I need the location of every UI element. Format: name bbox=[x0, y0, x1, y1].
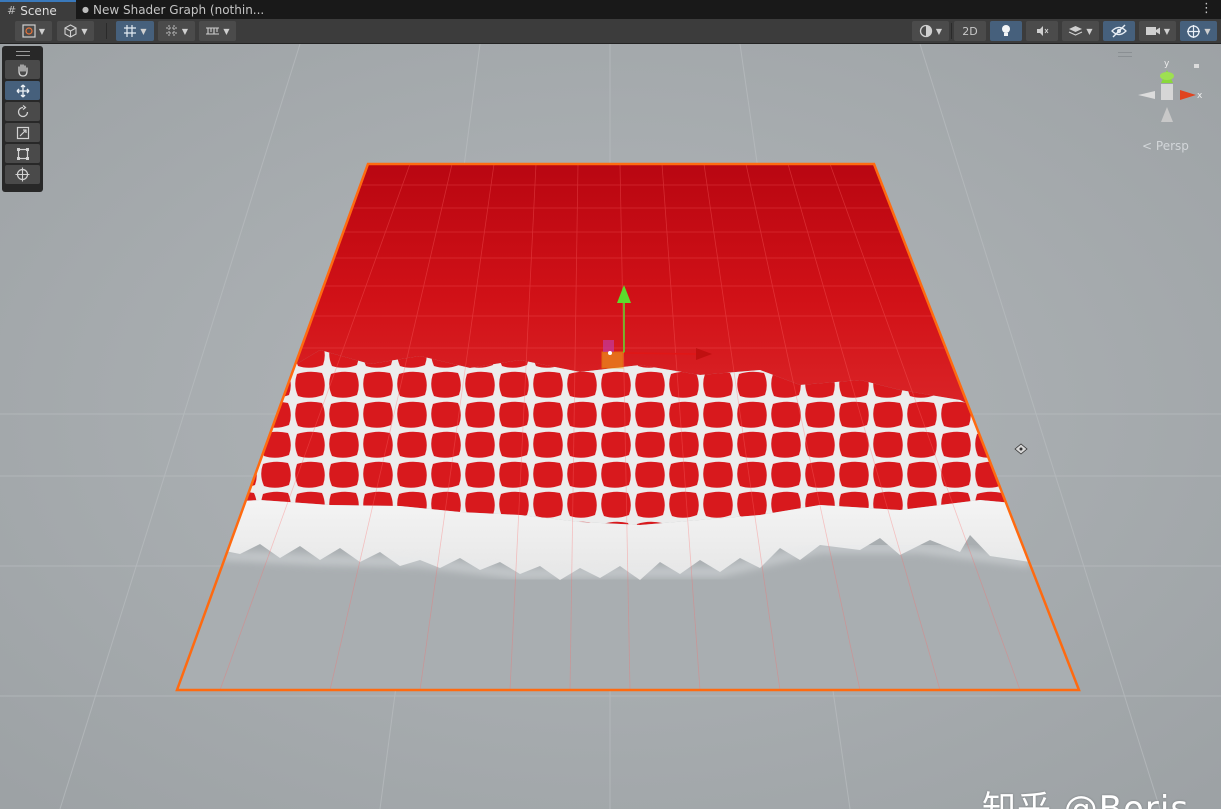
cube-icon bbox=[64, 24, 77, 38]
chevron-down-icon: ▼ bbox=[1163, 26, 1171, 36]
gizmos-dropdown[interactable]: ▼ bbox=[1180, 21, 1217, 41]
hand-icon bbox=[17, 63, 28, 77]
lighting-toggle[interactable] bbox=[990, 21, 1022, 41]
scene-viewport[interactable]: 知乎 @Boris bbox=[0, 44, 1221, 809]
draw-mode-dropdown[interactable]: ▼ bbox=[15, 21, 52, 41]
chevron-down-icon: ▼ bbox=[223, 26, 230, 36]
scene-canvas bbox=[0, 44, 1221, 809]
chevron-down-icon: ▼ bbox=[935, 26, 943, 36]
camera-icon bbox=[1145, 27, 1160, 35]
x-cone-icon[interactable] bbox=[1180, 90, 1196, 100]
scale-icon bbox=[16, 126, 29, 139]
tab-menu-icon[interactable]: ⋮ bbox=[1200, 0, 1213, 19]
projection-label: Persp bbox=[1155, 139, 1189, 153]
gizmo-y-label: y bbox=[1164, 59, 1170, 69]
tab-shader-graph[interactable]: ● New Shader Graph (nothin... bbox=[80, 0, 265, 19]
eye-slash-icon bbox=[1111, 24, 1127, 38]
visibility-toggle[interactable] bbox=[1103, 21, 1135, 41]
chevron-down-icon: ▼ bbox=[81, 26, 88, 36]
ruler-dropdown[interactable]: ▼ bbox=[199, 21, 236, 41]
chevron-left-icon: < bbox=[1142, 139, 1153, 153]
scene-toolbar: ▼ ▼ ▼ ▼ ▼ ▼ 2D ▼ ▼ ▼ bbox=[0, 19, 1221, 44]
neg-y-cone-icon[interactable] bbox=[1161, 107, 1173, 122]
2d-toggle[interactable]: 2D bbox=[954, 21, 986, 41]
grid-toggle-dropdown[interactable]: ▼ bbox=[116, 21, 154, 41]
move-gizmo-xy-handle[interactable] bbox=[603, 340, 614, 352]
rotate-tool[interactable] bbox=[5, 102, 40, 121]
chevron-down-icon: ▼ bbox=[1204, 26, 1211, 36]
tab-scene-label: Scene bbox=[20, 3, 57, 18]
effects-icon bbox=[1069, 26, 1083, 36]
bulb-icon bbox=[1002, 25, 1010, 36]
transform-icon bbox=[15, 167, 30, 182]
grid-icon: # bbox=[7, 4, 17, 17]
camera-dropdown[interactable]: ▼ bbox=[1139, 21, 1176, 41]
chevron-down-icon: ▼ bbox=[181, 26, 189, 36]
grid-snap-icon bbox=[124, 25, 137, 37]
chevron-down-icon: ▼ bbox=[1086, 26, 1093, 36]
hand-tool[interactable] bbox=[5, 60, 40, 79]
move-tool[interactable] bbox=[5, 81, 40, 100]
watermark-text: 知乎 @Boris bbox=[982, 789, 1190, 809]
effects-dropdown[interactable]: ▼ bbox=[1062, 21, 1099, 41]
rotate-icon bbox=[17, 104, 28, 117]
z-cube-icon[interactable] bbox=[1194, 64, 1199, 68]
move-gizmo-x-axis[interactable] bbox=[623, 352, 697, 355]
rect-tool[interactable] bbox=[5, 144, 40, 163]
chevron-down-icon: ▼ bbox=[140, 26, 147, 36]
shading-dropdown[interactable]: ▼ bbox=[912, 21, 949, 41]
neg-x-cone-icon[interactable] bbox=[1138, 91, 1155, 99]
transform-tool[interactable] bbox=[5, 165, 40, 184]
ruler-icon bbox=[206, 27, 220, 35]
increment-snap-icon bbox=[165, 25, 178, 37]
tab-scene[interactable]: # Scene bbox=[0, 0, 76, 19]
rect-icon bbox=[16, 147, 29, 160]
move-gizmo-plane-handle[interactable] bbox=[601, 351, 624, 369]
transform-tools-panel bbox=[2, 46, 43, 192]
shader-file-icon: ● bbox=[82, 5, 89, 14]
panel-grip-icon[interactable] bbox=[16, 51, 30, 56]
audio-icon bbox=[1037, 26, 1049, 36]
tab-shader-graph-label: New Shader Graph (nothin... bbox=[92, 2, 265, 17]
audio-toggle[interactable] bbox=[1026, 21, 1058, 41]
scale-tool[interactable] bbox=[5, 123, 40, 142]
2d-toggle-label: 2D bbox=[962, 24, 978, 38]
orientation-gizmo[interactable]: y x bbox=[1125, 50, 1205, 130]
render-mode-dropdown[interactable]: ▼ bbox=[57, 21, 94, 41]
sphere-icon bbox=[919, 24, 933, 38]
gizmo-x-label: x bbox=[1197, 91, 1203, 101]
tab-bar: # Scene ● New Shader Graph (nothin... ⋮ bbox=[0, 0, 1221, 19]
projection-toggle[interactable]: < Persp bbox=[1142, 139, 1189, 153]
draw-mode-icon bbox=[22, 24, 36, 38]
increment-snap-dropdown[interactable]: ▼ bbox=[158, 21, 195, 41]
gizmo-icon bbox=[1187, 24, 1201, 38]
move-arrows-icon bbox=[16, 84, 29, 97]
chevron-down-icon: ▼ bbox=[38, 26, 46, 36]
